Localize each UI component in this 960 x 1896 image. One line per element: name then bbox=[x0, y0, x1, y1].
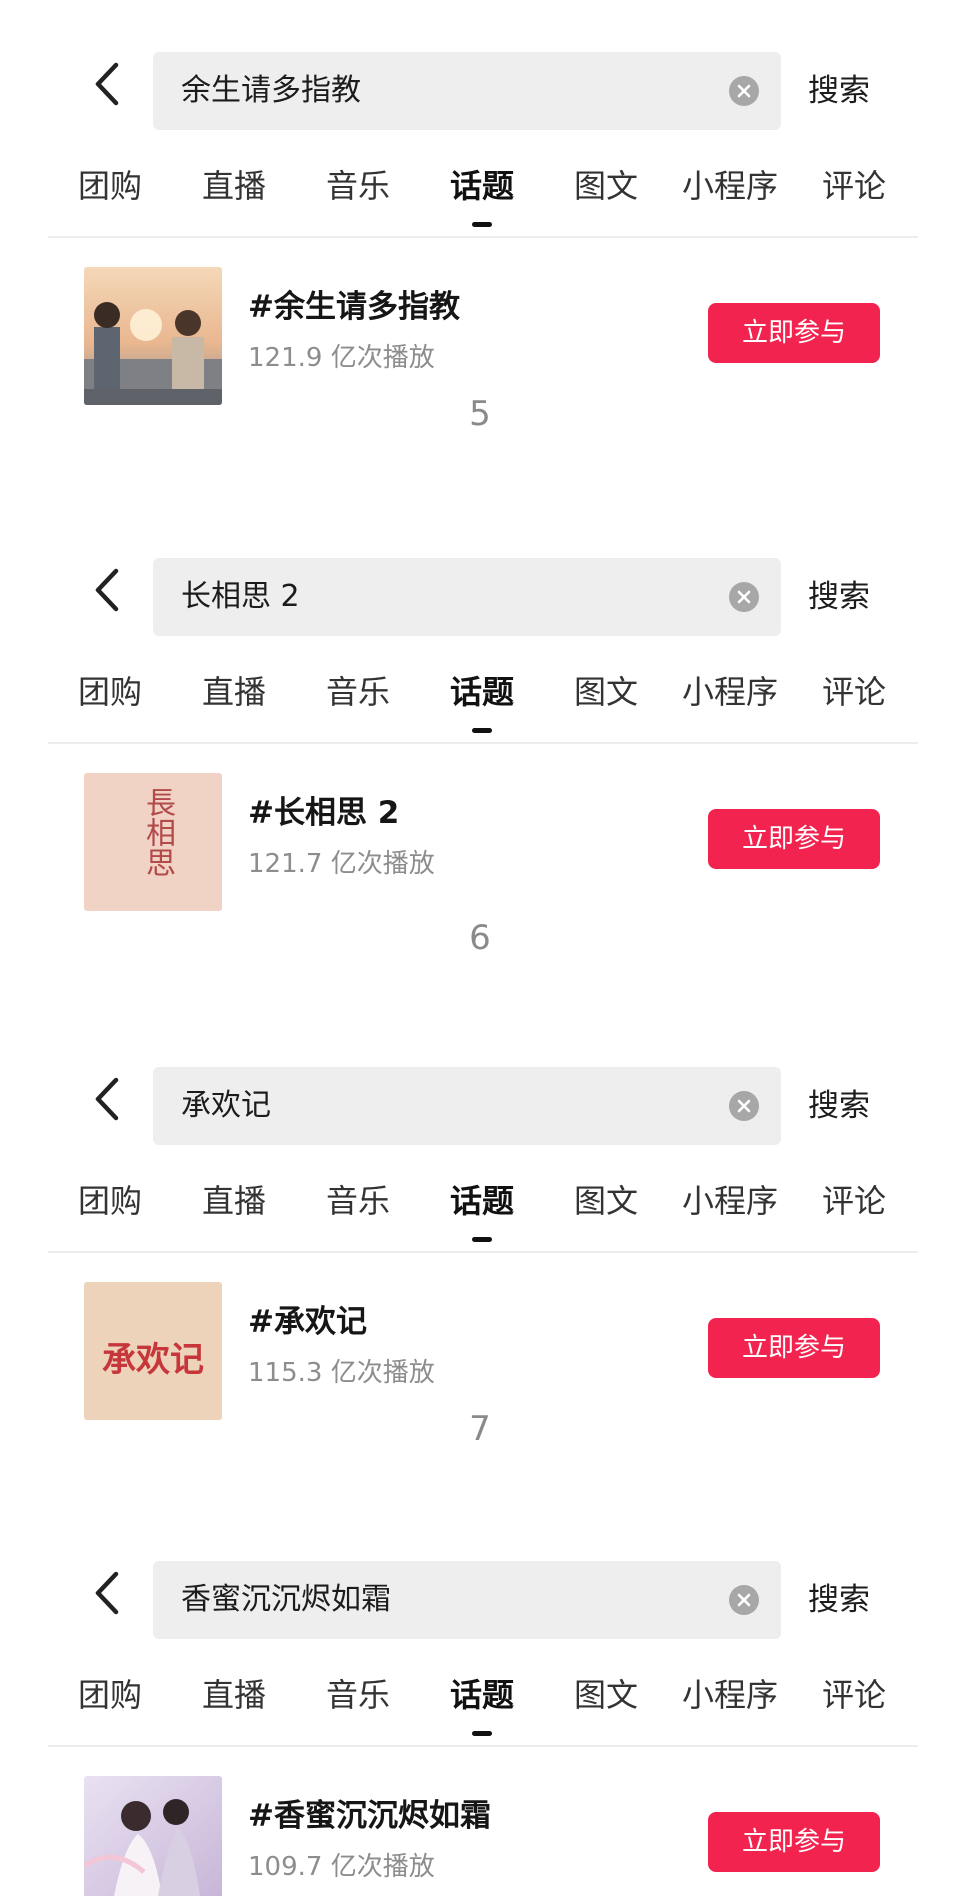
join-topic-button[interactable]: 立即参与 bbox=[708, 809, 880, 869]
tab-music[interactable]: 音乐 bbox=[296, 164, 420, 208]
tab-topics-label: 话题 bbox=[449, 1676, 514, 1714]
tab-comments[interactable]: 评论 bbox=[792, 164, 916, 208]
clear-search-button[interactable] bbox=[729, 1585, 759, 1615]
active-tab-indicator bbox=[472, 222, 492, 227]
topic-result-item[interactable]: #余生请多指教 121.9 亿次播放 立即参与 bbox=[0, 259, 960, 409]
back-button[interactable] bbox=[82, 54, 132, 114]
tab-topics[interactable]: 话题 bbox=[420, 1179, 544, 1242]
topic-title: #余生请多指教 bbox=[248, 289, 460, 325]
tab-group-buy[interactable]: 团购 bbox=[48, 1673, 172, 1717]
tab-image-text[interactable]: 图文 bbox=[544, 1673, 668, 1717]
clear-search-button[interactable] bbox=[729, 582, 759, 612]
tab-group-buy[interactable]: 团购 bbox=[48, 164, 172, 208]
chevron-left-icon bbox=[95, 62, 119, 106]
tab-mini-program[interactable]: 小程序 bbox=[668, 1179, 792, 1223]
chevron-left-icon bbox=[95, 1571, 119, 1615]
search-query-text: 余生请多指教 bbox=[181, 73, 361, 108]
tab-image-text[interactable]: 图文 bbox=[544, 670, 668, 714]
search-bar-row: 承欢记 搜索 bbox=[0, 1049, 960, 1149]
topic-thumbnail bbox=[84, 1776, 222, 1896]
category-tabs: 团购 直播 音乐 话题 图文 小程序 评论 bbox=[48, 1651, 918, 1747]
tab-comments[interactable]: 评论 bbox=[792, 670, 916, 714]
category-tabs: 团购 直播 音乐 话题 图文 小程序 评论 bbox=[48, 648, 918, 744]
topic-thumbnail: 承欢记 bbox=[84, 1282, 222, 1420]
search-button[interactable]: 搜索 bbox=[808, 1561, 870, 1639]
join-topic-button[interactable]: 立即参与 bbox=[708, 1318, 880, 1378]
clear-circle-icon bbox=[737, 1099, 751, 1113]
topic-play-count: 109.7 亿次播放 bbox=[248, 1852, 435, 1882]
rank-number: 6 bbox=[469, 918, 491, 958]
tab-live[interactable]: 直播 bbox=[172, 670, 296, 714]
tab-live[interactable]: 直播 bbox=[172, 164, 296, 208]
search-query-text: 长相思 2 bbox=[181, 579, 300, 614]
topic-result-item[interactable]: 承欢记 #承欢记 115.3 亿次播放 立即参与 bbox=[0, 1274, 960, 1424]
tab-comments[interactable]: 评论 bbox=[792, 1673, 916, 1717]
back-button[interactable] bbox=[82, 1069, 132, 1129]
topic-result-item[interactable]: #香蜜沉沉烬如霜 109.7 亿次播放 立即参与 bbox=[0, 1768, 960, 1896]
thumbnail-title-art: 長相思 bbox=[140, 787, 175, 877]
search-bar-row: 长相思 2 搜索 bbox=[0, 540, 960, 640]
clear-circle-icon bbox=[737, 84, 751, 98]
tab-mini-program[interactable]: 小程序 bbox=[668, 1673, 792, 1717]
search-query-text: 香蜜沉沉烬如霜 bbox=[181, 1582, 391, 1617]
clear-search-button[interactable] bbox=[729, 76, 759, 106]
topic-play-count: 121.7 亿次播放 bbox=[248, 849, 435, 879]
tab-topics[interactable]: 话题 bbox=[420, 164, 544, 227]
search-button[interactable]: 搜索 bbox=[808, 52, 870, 130]
topic-play-count: 115.3 亿次播放 bbox=[248, 1358, 435, 1388]
tab-image-text[interactable]: 图文 bbox=[544, 1179, 668, 1223]
back-button[interactable] bbox=[82, 1563, 132, 1623]
tab-topics[interactable]: 话题 bbox=[420, 670, 544, 733]
clear-circle-icon bbox=[737, 590, 751, 604]
tab-music[interactable]: 音乐 bbox=[296, 670, 420, 714]
search-input[interactable]: 香蜜沉沉烬如霜 bbox=[153, 1561, 781, 1639]
tab-music[interactable]: 音乐 bbox=[296, 1179, 420, 1223]
topic-title: #承欢记 bbox=[248, 1304, 367, 1340]
back-button[interactable] bbox=[82, 560, 132, 620]
category-tabs: 团购 直播 音乐 话题 图文 小程序 评论 bbox=[48, 1157, 918, 1253]
topic-title: #香蜜沉沉烬如霜 bbox=[248, 1798, 491, 1834]
topic-play-count: 121.9 亿次播放 bbox=[248, 343, 435, 373]
tab-topics-label: 话题 bbox=[449, 673, 514, 711]
tab-live[interactable]: 直播 bbox=[172, 1179, 296, 1223]
topic-title: #长相思 2 bbox=[248, 795, 400, 831]
search-input[interactable]: 余生请多指教 bbox=[153, 52, 781, 130]
topic-result-item[interactable]: 長相思 #长相思 2 121.7 亿次播放 立即参与 bbox=[0, 765, 960, 915]
topic-thumbnail: 長相思 bbox=[84, 773, 222, 911]
active-tab-indicator bbox=[472, 1237, 492, 1242]
tab-group-buy[interactable]: 团购 bbox=[48, 670, 172, 714]
search-bar-row: 余生请多指教 搜索 bbox=[0, 34, 960, 134]
search-query-text: 承欢记 bbox=[181, 1088, 271, 1123]
topic-thumbnail bbox=[84, 267, 222, 405]
tab-live[interactable]: 直播 bbox=[172, 1673, 296, 1717]
search-input[interactable]: 承欢记 bbox=[153, 1067, 781, 1145]
thumbnail-title-art: 承欢记 bbox=[102, 1340, 204, 1380]
rank-number: 7 bbox=[469, 1409, 491, 1449]
join-topic-button[interactable]: 立即参与 bbox=[708, 1812, 880, 1872]
tab-topics-label: 话题 bbox=[449, 1182, 514, 1220]
search-button[interactable]: 搜索 bbox=[808, 1067, 870, 1145]
tab-music[interactable]: 音乐 bbox=[296, 1673, 420, 1717]
chevron-left-icon bbox=[95, 1077, 119, 1121]
rank-number: 5 bbox=[469, 394, 491, 434]
clear-search-button[interactable] bbox=[729, 1091, 759, 1121]
tab-image-text[interactable]: 图文 bbox=[544, 164, 668, 208]
tab-group-buy[interactable]: 团购 bbox=[48, 1179, 172, 1223]
clear-circle-icon bbox=[737, 1593, 751, 1607]
active-tab-indicator bbox=[472, 728, 492, 733]
category-tabs: 团购 直播 音乐 话题 图文 小程序 评论 bbox=[48, 142, 918, 238]
search-button[interactable]: 搜索 bbox=[808, 558, 870, 636]
join-topic-button[interactable]: 立即参与 bbox=[708, 303, 880, 363]
tab-topics-label: 话题 bbox=[449, 167, 514, 205]
active-tab-indicator bbox=[472, 1731, 492, 1736]
tab-mini-program[interactable]: 小程序 bbox=[668, 670, 792, 714]
tab-topics[interactable]: 话题 bbox=[420, 1673, 544, 1736]
tab-mini-program[interactable]: 小程序 bbox=[668, 164, 792, 208]
search-bar-row: 香蜜沉沉烬如霜 搜索 bbox=[0, 1543, 960, 1643]
chevron-left-icon bbox=[95, 568, 119, 612]
search-input[interactable]: 长相思 2 bbox=[153, 558, 781, 636]
tab-comments[interactable]: 评论 bbox=[792, 1179, 916, 1223]
